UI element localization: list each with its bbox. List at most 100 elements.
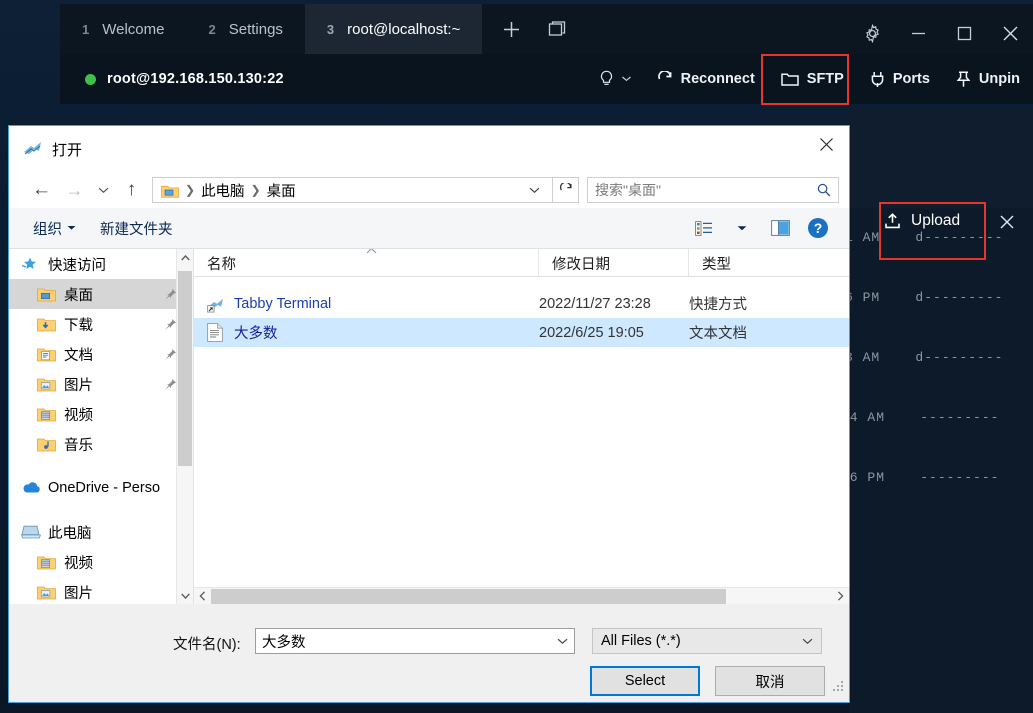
- ports-button[interactable]: Ports: [857, 54, 943, 104]
- chevron-down-icon[interactable]: [802, 638, 813, 645]
- tab-bar: 1 Welcome 2 Settings 3 root@localhost:~: [60, 4, 1033, 54]
- sidebar-item-downloads[interactable]: 下载: [9, 309, 193, 339]
- view-dropdown-icon[interactable]: [723, 213, 761, 243]
- file-modified: 2022/11/27 23:28: [539, 295, 651, 312]
- dialog-body: 快速访问 桌面 下载 文档 图片 视频 音乐 OneDrive - Persо …: [9, 249, 849, 604]
- minimize-button[interactable]: [895, 8, 941, 58]
- sidebar-item-label: 桌面: [64, 287, 93, 304]
- breadcrumb-separator: ❯: [250, 183, 261, 197]
- help-icon[interactable]: ?: [799, 213, 837, 243]
- places-sidebar: 快速访问 桌面 下载 文档 图片 视频 音乐 OneDrive - Persо …: [9, 249, 194, 604]
- scroll-up-icon[interactable]: [177, 249, 193, 266]
- dialog-app-icon: [23, 140, 43, 158]
- select-button[interactable]: Select: [590, 666, 700, 696]
- new-folder-label: 新建文件夹: [100, 221, 173, 238]
- tab-welcome[interactable]: 1 Welcome: [60, 4, 186, 54]
- window-controls: [849, 8, 1033, 58]
- desktop-folder-icon: [37, 286, 56, 303]
- unpin-label: Unpin: [978, 71, 1020, 87]
- sort-ascending-icon: [366, 249, 377, 254]
- pictures-folder-icon: [37, 584, 56, 601]
- column-header-type[interactable]: 类型: [689, 249, 834, 277]
- pictures-folder-icon: [37, 376, 56, 393]
- file-list-header: 名称 修改日期 类型: [194, 249, 849, 277]
- table-row[interactable]: Tabby Terminal 2022/11/27 23:28 快捷方式: [194, 289, 849, 318]
- tab-number: 1: [82, 21, 90, 37]
- column-header-modified[interactable]: 修改日期: [539, 249, 689, 277]
- breadcrumb-dropdown-icon[interactable]: [521, 187, 548, 194]
- theme-bulb-button[interactable]: [586, 54, 644, 104]
- sidebar-item-documents[interactable]: 文档: [9, 339, 193, 369]
- file-name: Tabby Terminal: [234, 295, 332, 312]
- sidebar-item-this-pc[interactable]: 此电脑: [9, 517, 193, 547]
- sidebar-item-this-pc-pictures[interactable]: 图片: [9, 577, 193, 604]
- scroll-right-icon[interactable]: [832, 588, 849, 605]
- scrollbar-thumb[interactable]: [178, 271, 192, 466]
- cancel-button[interactable]: 取消: [715, 666, 825, 696]
- videos-folder-icon: [37, 406, 56, 423]
- sidebar-item-pictures[interactable]: 图片: [9, 369, 193, 399]
- forward-button[interactable]: →: [58, 175, 91, 205]
- file-modified: 2022/6/25 19:05: [539, 324, 644, 341]
- sidebar-item-quick-access[interactable]: 快速访问: [9, 249, 193, 279]
- sidebar-item-videos[interactable]: 视频: [9, 399, 193, 429]
- scroll-left-icon[interactable]: [194, 588, 211, 605]
- list-view-icon[interactable]: [685, 213, 723, 243]
- desktop-folder-icon: [161, 183, 179, 198]
- new-folder-button[interactable]: 新建文件夹: [88, 218, 185, 239]
- tab-settings[interactable]: 2 Settings: [186, 4, 304, 54]
- sftp-panel-header: [849, 108, 1033, 208]
- sidebar-scrollbar[interactable]: [176, 249, 193, 604]
- sidebar-item-desktop[interactable]: 桌面: [9, 279, 193, 309]
- ports-label: Ports: [892, 71, 930, 87]
- tab-number: 3: [326, 21, 335, 37]
- scrollbar-thumb[interactable]: [211, 588, 726, 604]
- dialog-close-button[interactable]: [803, 126, 849, 162]
- resize-grip[interactable]: [833, 681, 845, 693]
- refresh-button[interactable]: [553, 177, 579, 203]
- videos-folder-icon: [37, 554, 56, 571]
- sidebar-item-label: 快速访问: [48, 257, 106, 274]
- tab-label: Settings: [228, 20, 283, 38]
- breadcrumb[interactable]: ❯ 此电脑 ❯ 桌面: [152, 177, 553, 203]
- back-button[interactable]: ←: [25, 175, 58, 205]
- reconnect-button[interactable]: Reconnect: [644, 54, 768, 104]
- preview-pane-icon[interactable]: [761, 213, 799, 243]
- new-tab-icon[interactable]: [488, 4, 534, 54]
- tab-label: root@localhost:~: [347, 20, 461, 38]
- recent-locations-button[interactable]: [91, 175, 115, 205]
- breadcrumb-item-1[interactable]: 桌面: [264, 180, 299, 201]
- unpin-button[interactable]: Unpin: [943, 54, 1033, 104]
- sidebar-item-this-pc-videos[interactable]: 视频: [9, 547, 193, 577]
- up-one-level-button[interactable]: ↑: [115, 175, 148, 205]
- file-list-rows: Tabby Terminal 2022/11/27 23:28 快捷方式 大多数…: [194, 277, 849, 347]
- connection-status-dot: [85, 73, 96, 85]
- tab-root-localhost[interactable]: 3 root@localhost:~: [304, 4, 483, 54]
- file-list-pane: 名称 修改日期 类型 Tabby Terminal 2022/11/27 23:…: [194, 249, 849, 604]
- breadcrumb-item-0[interactable]: 此电脑: [198, 180, 248, 201]
- sftp-button[interactable]: SFTP: [768, 54, 857, 104]
- organize-button[interactable]: 组织: [21, 218, 88, 239]
- sidebar-item-music[interactable]: 音乐: [9, 429, 193, 459]
- chevron-down-icon: [621, 76, 631, 82]
- sidebar-item-onedrive[interactable]: OneDrive - Persо: [9, 473, 193, 503]
- terminal-line: 36 PM ---------: [849, 470, 1000, 485]
- sftp-close-icon[interactable]: [999, 214, 1015, 230]
- filename-input[interactable]: 大多数: [255, 628, 575, 654]
- scroll-down-icon[interactable]: [177, 587, 193, 604]
- split-pane-icon[interactable]: [534, 4, 580, 54]
- onedrive-icon: [21, 480, 40, 497]
- upload-button[interactable]: Upload: [884, 212, 960, 230]
- close-button[interactable]: [987, 8, 1033, 58]
- settings-gear-icon[interactable]: [849, 8, 895, 58]
- file-list-horizontal-scrollbar[interactable]: [194, 587, 849, 604]
- chevron-down-icon[interactable]: [557, 638, 568, 645]
- sidebar-item-label: 图片: [64, 585, 93, 602]
- search-input[interactable]: 搜索"桌面": [587, 177, 839, 203]
- file-type-filter[interactable]: All Files (*.*): [592, 628, 822, 654]
- filename-value: 大多数: [262, 634, 306, 651]
- sidebar-item-label: 下载: [64, 317, 93, 334]
- table-row[interactable]: 大多数 2022/6/25 19:05 文本文档: [194, 318, 849, 347]
- terminal-line: 1 AM d---------: [849, 230, 1004, 245]
- maximize-button[interactable]: [941, 8, 987, 58]
